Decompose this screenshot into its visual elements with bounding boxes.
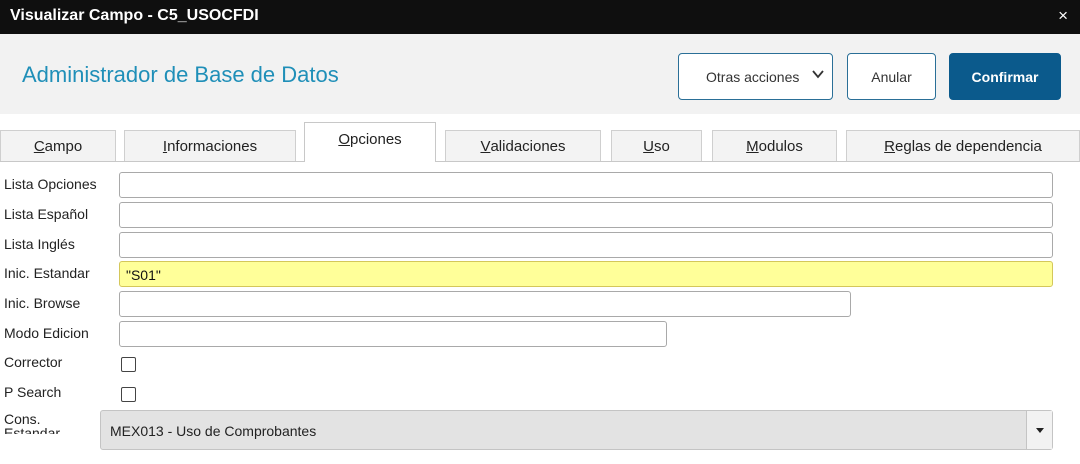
p-search-checkbox[interactable] [121, 387, 136, 402]
lista-ingles-label: Lista Inglés [4, 236, 75, 252]
options-form: Lista Opciones Lista Español Lista Inglé… [0, 162, 1080, 464]
modo-edicion-field[interactable] [119, 321, 667, 347]
lista-espanol-field[interactable] [119, 202, 1053, 228]
cons-estandar-value: MEX013 - Uso de Comprobantes [110, 423, 317, 439]
tab-validaciones-label: alidaciones [490, 137, 566, 155]
page-title: Administrador de Base de Datos [22, 62, 339, 87]
other-actions-button[interactable]: Otras acciones [678, 53, 833, 100]
modo-edicion-label: Modo Edicion [4, 325, 89, 341]
lista-ingles-field[interactable] [119, 232, 1053, 258]
header: Administrador de Base de Datos Otras acc… [0, 34, 1080, 114]
inic-estandar-field[interactable]: "S01" [119, 261, 1053, 287]
tab-uso-label: so [654, 137, 670, 155]
chevron-down-icon [812, 70, 824, 79]
cancel-button[interactable]: Anular [847, 53, 936, 100]
tab-modulos[interactable]: Modulos [712, 130, 837, 161]
corrector-checkbox[interactable] [121, 357, 136, 372]
tab-reglas-accesskey: R [884, 137, 896, 155]
tab-opciones-accesskey: O [338, 131, 350, 148]
tab-campo-label: ampo [44, 137, 83, 155]
confirm-button[interactable]: Confirmar [949, 53, 1061, 100]
tab-uso[interactable]: Uso [611, 130, 702, 161]
tab-validaciones-accesskey: V [480, 137, 491, 155]
inic-browse-label: Inic. Browse [4, 295, 81, 311]
tab-campo[interactable]: Campo [0, 130, 116, 161]
lista-opciones-field[interactable] [119, 172, 1053, 198]
tab-opciones[interactable]: Opciones [304, 122, 436, 162]
dropdown-button[interactable] [1026, 411, 1052, 449]
tab-reglas-de-dependencia[interactable]: Reglas de dependencia [846, 130, 1080, 161]
corrector-label: Corrector [4, 354, 63, 370]
tab-uso-accesskey: U [643, 137, 654, 155]
p-search-label: P Search [4, 384, 62, 400]
tab-bar: Campo Informaciones Opciones Validacione… [0, 114, 1080, 162]
tab-reglas-label: eglas de dependencia [895, 137, 1042, 155]
window-title: Visualizar Campo - C5_USOCFDI [10, 7, 259, 24]
tab-modulos-label: odulos [758, 137, 803, 155]
close-icon[interactable]: × [1058, 6, 1068, 26]
caret-down-icon [1036, 428, 1044, 433]
tab-opciones-label: pciones [349, 131, 402, 148]
tab-validaciones[interactable]: Validaciones [445, 130, 601, 161]
tab-modulos-accesskey: M [746, 137, 759, 155]
tab-informaciones-label: nformaciones [167, 137, 258, 155]
tab-campo-accesskey: C [33, 137, 45, 155]
lista-espanol-label: Lista Español [4, 206, 89, 222]
inic-estandar-label: Inic. Estandar [4, 265, 90, 281]
inic-browse-field[interactable] [119, 291, 851, 317]
cons-estandar-select[interactable]: MEX013 - Uso de Comprobantes [100, 410, 1053, 450]
cons-estandar-label: Cons. Estandar [4, 412, 61, 434]
lista-opciones-label: Lista Opciones [4, 176, 97, 192]
other-actions-label: Otras acciones [706, 69, 800, 85]
tab-informaciones[interactable]: Informaciones [124, 130, 296, 161]
title-bar: Visualizar Campo - C5_USOCFDI × [0, 0, 1080, 34]
